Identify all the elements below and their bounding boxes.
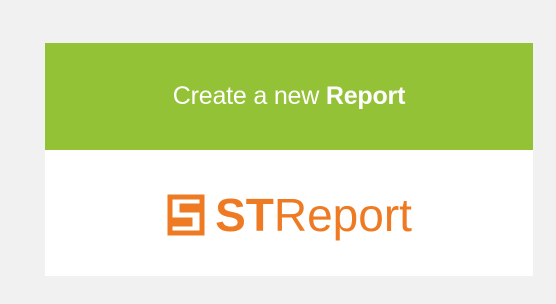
report-card: Create a new Report STReport <box>45 43 533 276</box>
st-report-logo-icon <box>167 194 205 236</box>
logo-wordmark-report: Report <box>273 189 412 241</box>
create-new-report-button[interactable]: Create a new Report <box>45 43 533 150</box>
create-button-label: Create a new Report <box>172 82 406 110</box>
logo-wordmark: STReport <box>215 192 412 238</box>
create-button-emphasis: Report <box>325 82 406 110</box>
logo-wordmark-st: ST <box>215 189 274 241</box>
logo-row: STReport <box>166 192 412 238</box>
create-button-prefix: Create a new <box>172 82 326 110</box>
streport-logo: STReport <box>45 150 533 276</box>
